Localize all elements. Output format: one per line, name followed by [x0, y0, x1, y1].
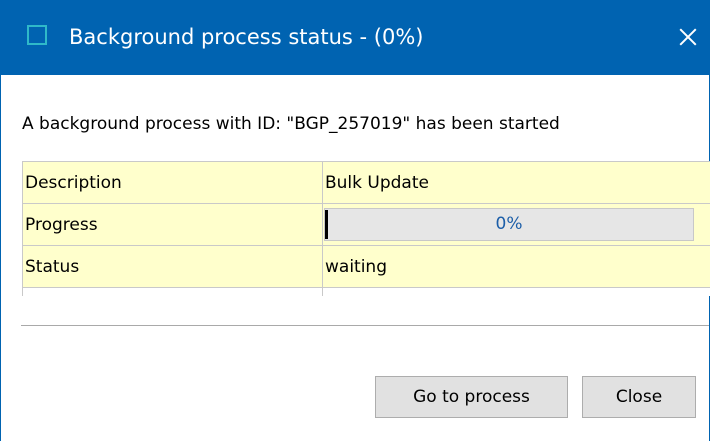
progress-label: Progress: [22, 203, 323, 246]
table-row-description: Description Bulk Update: [22, 161, 710, 204]
description-value: Bulk Update: [322, 161, 710, 204]
progress-percent: 0%: [495, 214, 523, 234]
table-row-progress: Progress 0%: [22, 203, 710, 246]
process-details-table: Description Bulk Update Progress 0% Stat…: [22, 161, 710, 296]
close-icon[interactable]: [673, 22, 703, 52]
status-value: waiting: [322, 245, 710, 288]
progress-cell: 0%: [322, 203, 710, 246]
window-title: Background process status - (0%): [69, 25, 424, 49]
app-icon: [27, 25, 47, 45]
divider: [21, 325, 709, 326]
filler-cell-right: [322, 287, 710, 296]
filler-cell-left: [22, 287, 323, 296]
title-bar[interactable]: Background process status - (0%): [1, 0, 709, 75]
dialog-window: Background process status - (0%) A backg…: [0, 0, 710, 441]
description-label: Description: [22, 161, 323, 204]
status-label: Status: [22, 245, 323, 288]
table-filler-row: [22, 287, 710, 296]
progress-bar: 0%: [324, 208, 694, 241]
go-to-process-button[interactable]: Go to process: [375, 376, 568, 418]
table-row-status: Status waiting: [22, 245, 710, 288]
close-button[interactable]: Close: [582, 376, 696, 418]
status-message: A background process with ID: "BGP_25701…: [22, 114, 560, 134]
